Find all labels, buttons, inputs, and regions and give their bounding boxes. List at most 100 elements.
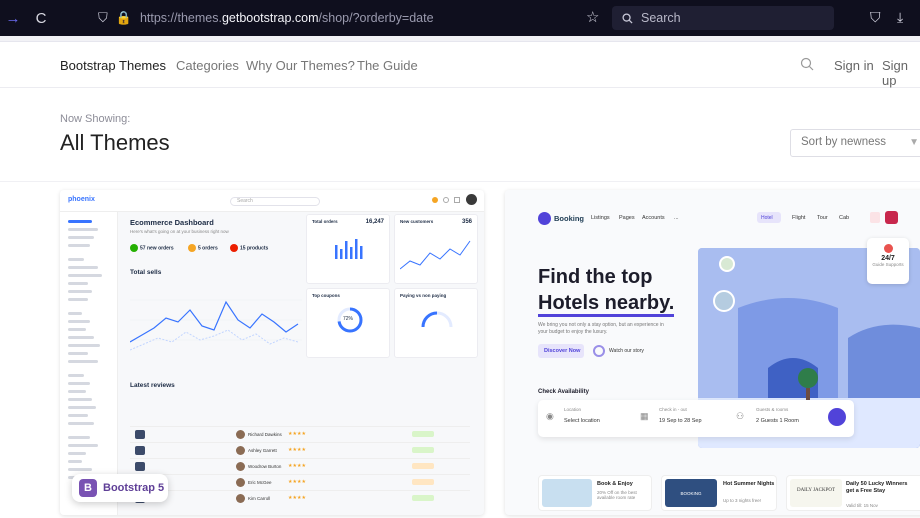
nav-link-the-guide[interactable]: The Guide — [357, 58, 418, 73]
avatar — [236, 462, 245, 471]
sidebar-line — [68, 320, 90, 323]
url-host: getbootstrap.com — [221, 11, 319, 25]
offer-subtitle: 20% Off on the best available room rate — [597, 490, 637, 500]
avatar — [466, 194, 477, 205]
panel-label: New customers — [400, 219, 434, 224]
product-thumbnail — [135, 462, 145, 471]
headset-icon — [883, 244, 893, 253]
offer-subtitle: Valid till: 15 Nov — [846, 503, 878, 508]
booking-tab: Cab — [839, 215, 850, 221]
sidebar-line — [68, 374, 84, 377]
total-sells-chart — [130, 299, 302, 351]
reload-icon[interactable]: C — [26, 0, 56, 36]
star-rating: ★★★★ — [288, 463, 306, 469]
browser-search-field[interactable]: Search — [612, 6, 834, 30]
panel-label: Total orders — [312, 219, 338, 224]
nav-link-why-our-themes[interactable]: Why Our Themes? — [246, 58, 355, 73]
pocket-icon[interactable]: ⛉ — [870, 9, 881, 26]
dashboard-subtitle: Here's what's going on at your business … — [130, 229, 229, 234]
lock-icon[interactable]: 🔒 — [116, 10, 132, 26]
sidebar-line — [68, 382, 90, 385]
search-submit-button — [828, 408, 846, 426]
preview-topbar: Booking Listings Pages Accounts ... Hote… — [505, 190, 920, 230]
reviewer-name: Ashley Garrett — [248, 448, 277, 453]
bootstrap-badge-label: Bootstrap 5 — [103, 482, 165, 494]
calendar-icon: ▦ — [640, 411, 649, 421]
offer-image: BOOKING — [665, 479, 717, 507]
total-sells-title: Total sells — [130, 269, 162, 276]
support-small-text: Guide Supports — [872, 262, 904, 267]
bootstrap-5-badge: B Bootstrap 5 — [72, 474, 168, 502]
donut-value: 72% — [343, 316, 354, 322]
panel-paying-vs-non-paying: Paying vs non paying — [394, 288, 478, 358]
sidebar-line — [68, 258, 84, 261]
preview-logo: phoenix — [68, 196, 95, 203]
preview-search: Search — [230, 197, 320, 206]
sidebar-line — [68, 452, 86, 455]
sign-in-link[interactable]: Sign in — [834, 58, 874, 73]
sidebar-line — [68, 228, 98, 231]
stat-new-orders: 57 new orders — [130, 244, 174, 252]
booking-tab-hotel: Hotel — [757, 212, 781, 223]
sidebar-line — [68, 436, 90, 439]
now-showing-label: Now Showing: — [60, 113, 131, 125]
avatar — [236, 446, 245, 455]
panel-number: 16,247 — [365, 219, 384, 225]
person-icon: ⚇ — [736, 411, 745, 421]
panel-top-coupons: Top coupons 72% — [306, 288, 390, 358]
offer-title: Daily 50 Lucky Winners get a Free Stay — [846, 481, 908, 494]
table-row: Eric McGee ★★★★ — [130, 474, 470, 489]
sidebar-line — [68, 266, 98, 269]
forward-arrow-icon[interactable]: → — [0, 0, 26, 36]
stat-dot — [130, 244, 138, 252]
booking-nav-item: Listings — [591, 215, 610, 221]
reviewer-name: Richard Dawkins — [248, 432, 282, 437]
search-icon[interactable] — [800, 57, 814, 71]
stat-value: 57 new orders — [140, 245, 174, 252]
sort-select-value: Sort by newness — [801, 136, 887, 148]
booking-nav-item: Pages — [619, 215, 635, 221]
theme-card-booking[interactable]: Booking Listings Pages Accounts ... Hote… — [505, 190, 920, 515]
stat-orders: 5 orders — [188, 244, 218, 252]
preview-sidebar — [60, 212, 118, 515]
play-icon — [593, 345, 605, 357]
address-bar[interactable]: ⛉ 🔒 https://themes.getbootstrap.com/shop… — [98, 6, 618, 30]
sidebar-line — [68, 298, 88, 301]
line-sparkline — [400, 240, 471, 270]
panel-total-orders: Total orders 16,247 — [306, 214, 390, 284]
stat-products: 15 products — [230, 244, 268, 252]
status-badge — [412, 495, 434, 501]
chevron-down-icon: ▼ — [909, 137, 919, 148]
star-rating: ★★★★ — [288, 431, 306, 437]
sidebar-line — [68, 460, 82, 463]
sidebar-line — [68, 312, 82, 315]
booking-tab: Tour — [817, 215, 828, 221]
table-row: Woodrow Burton ★★★★ — [130, 458, 470, 473]
dashboard-title: Ecommerce Dashboard — [130, 218, 214, 227]
booking-tab: Flight — [792, 215, 806, 221]
headline-line-1: Find the top — [538, 266, 653, 288]
offer-image — [542, 479, 592, 507]
latest-reviews-title: Latest reviews — [130, 382, 175, 389]
sidebar-line — [68, 244, 90, 247]
url-prefix: https://themes. — [139, 11, 222, 25]
offer-subtitle: Up to 3 nights free! — [723, 498, 762, 503]
sign-up-link[interactable]: Sign up — [882, 58, 920, 88]
browser-window: → C ⛉ 🔒 https://themes.getbootstrap.com/… — [0, 0, 920, 518]
check-in-out-label: Check in - out — [659, 407, 687, 412]
stat-value: 15 products — [240, 245, 269, 252]
sidebar-line — [68, 274, 102, 277]
sort-select[interactable]: Sort by newness ▼ — [790, 129, 920, 157]
theme-card-phoenix[interactable]: phoenix Search Ecommerce Dashboard Here'… — [60, 190, 484, 515]
support-big-text: 24/7 — [881, 255, 895, 262]
check-availability-label: Check Availability — [538, 389, 589, 395]
nav-link-categories[interactable]: Categories — [176, 58, 239, 73]
sidebar-line — [68, 328, 86, 331]
bookmark-star-icon[interactable]: ☆ — [586, 8, 599, 26]
sidebar-line — [68, 344, 100, 347]
sidebar-line — [68, 282, 88, 285]
shield-icon[interactable]: ⛉ — [98, 10, 108, 26]
brand-link[interactable]: Bootstrap Themes — [60, 58, 166, 73]
sidebar-line — [68, 336, 94, 339]
download-icon[interactable]: ⤓ — [897, 9, 903, 26]
